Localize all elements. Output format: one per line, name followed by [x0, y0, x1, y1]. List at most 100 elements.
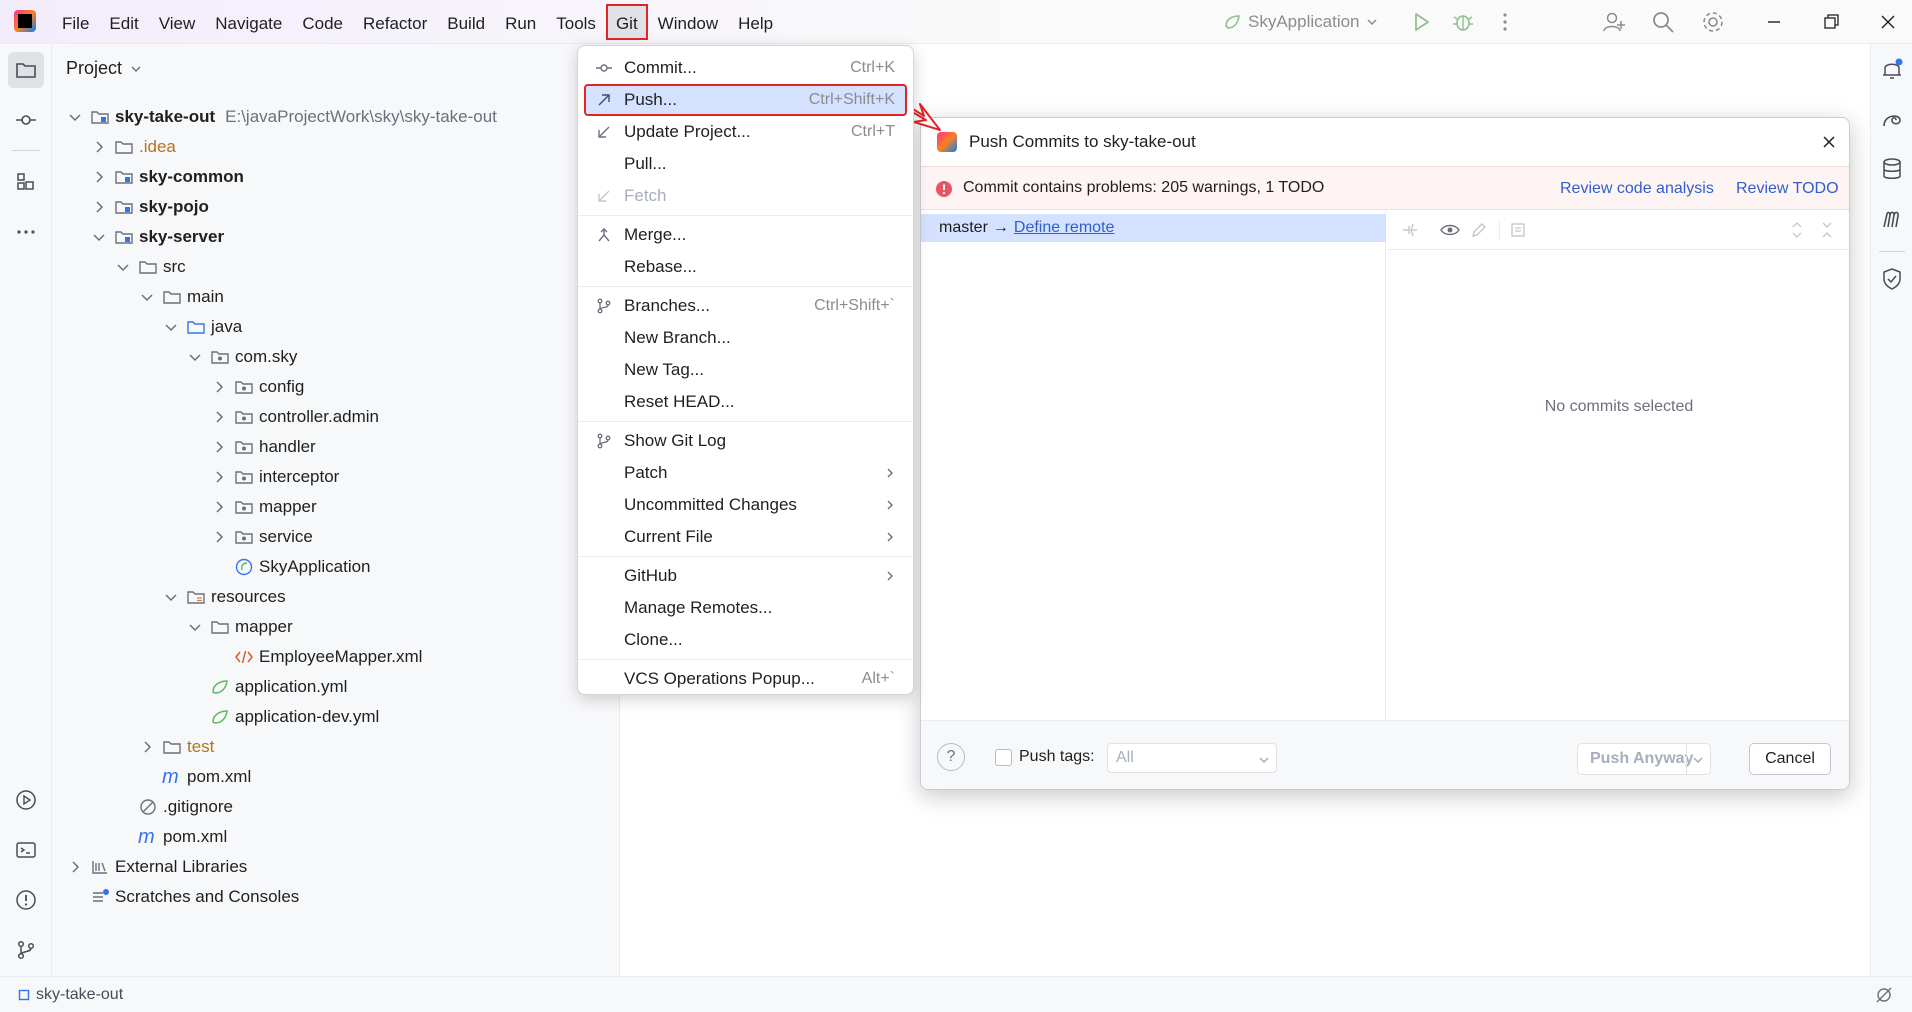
tree-node-root-module[interactable]: sky-take-out E:\javaProjectWork\sky\sky-…: [66, 102, 497, 132]
git-menu-branches[interactable]: Branches... Ctrl+Shift+`: [584, 290, 907, 322]
chevron-down-icon[interactable]: [1692, 754, 1704, 766]
project-tool-button[interactable]: [8, 52, 44, 88]
tree-node-resources[interactable]: resources: [162, 582, 286, 612]
branch-row[interactable]: master → Define remote: [921, 214, 1386, 242]
menu-code[interactable]: Code: [292, 4, 353, 40]
minimize-window-icon[interactable]: [1761, 9, 1787, 35]
run-configuration-selector[interactable]: SkyApplication: [1222, 8, 1378, 36]
collapse-all-icon[interactable]: [1819, 221, 1835, 239]
tree-node-config[interactable]: config: [210, 372, 304, 402]
menu-refactor[interactable]: Refactor: [353, 4, 437, 40]
edit-pencil-icon[interactable]: [1470, 221, 1488, 239]
git-menu-new-branch[interactable]: New Branch...: [584, 322, 907, 354]
eye-icon[interactable]: [1440, 221, 1460, 239]
tree-node-employee-mapper-xml[interactable]: EmployeeMapper.xml: [234, 642, 422, 672]
collapse-diff-icon[interactable]: [1401, 221, 1419, 239]
tree-node-com-sky[interactable]: com.sky: [186, 342, 297, 372]
review-todo-link[interactable]: Review TODO: [1736, 180, 1839, 198]
tree-node-resources-mapper[interactable]: mapper: [186, 612, 293, 642]
menu-run[interactable]: Run: [495, 4, 546, 40]
debug-icon[interactable]: [1450, 9, 1476, 35]
git-tool-button[interactable]: [8, 932, 44, 968]
tree-node-main[interactable]: main: [138, 282, 224, 312]
tree-node-application-yml[interactable]: application.yml: [210, 672, 347, 702]
git-menu-patch[interactable]: Patch: [584, 457, 907, 489]
git-menu-update-project[interactable]: Update Project... Ctrl+T: [584, 116, 907, 148]
problems-tool-button[interactable]: [8, 882, 44, 918]
git-menu-show-git-log[interactable]: Show Git Log: [584, 425, 907, 457]
tree-node-src[interactable]: src: [114, 252, 186, 282]
tree-node-test[interactable]: test: [138, 732, 214, 762]
git-menu-github[interactable]: GitHub: [584, 560, 907, 592]
structure-tool-button[interactable]: [8, 164, 44, 200]
project-view-selector[interactable]: Project: [66, 58, 142, 79]
menu-navigate[interactable]: Navigate: [205, 4, 292, 40]
define-remote-link[interactable]: Define remote: [1014, 219, 1115, 237]
show-details-icon[interactable]: [1509, 221, 1527, 239]
tree-node-root-pom[interactable]: m pom.xml: [114, 822, 227, 852]
tree-node-scratches[interactable]: Scratches and Consoles: [90, 882, 299, 912]
tree-node-idea[interactable]: .idea: [90, 132, 176, 162]
expand-all-icon[interactable]: [1789, 221, 1805, 239]
tree-node-sky-application[interactable]: SkyApplication: [234, 552, 371, 582]
add-user-icon[interactable]: [1601, 9, 1627, 35]
menu-window[interactable]: Window: [648, 4, 728, 40]
menu-git[interactable]: Git: [605, 4, 648, 40]
menu-help[interactable]: Help: [728, 4, 783, 40]
git-menu-uncommitted-changes[interactable]: Uncommitted Changes: [584, 489, 907, 521]
notifications-bell-icon[interactable]: [1879, 56, 1905, 82]
git-menu-commit[interactable]: Commit... Ctrl+K: [584, 52, 907, 84]
security-shield-icon[interactable]: [1879, 266, 1905, 292]
git-menu-reset-head[interactable]: Reset HEAD...: [584, 386, 907, 418]
ai-assistant-icon[interactable]: [1879, 106, 1905, 132]
settings-gear-icon[interactable]: [1700, 9, 1726, 35]
services-tool-button[interactable]: [8, 782, 44, 818]
git-menu-push[interactable]: Push... Ctrl+Shift+K: [584, 84, 907, 116]
tree-node-interceptor[interactable]: interceptor: [210, 462, 339, 492]
commit-tool-button[interactable]: [8, 102, 44, 138]
tree-node-service[interactable]: service: [210, 522, 313, 552]
menu-tools[interactable]: Tools: [546, 4, 606, 40]
git-menu-merge[interactable]: Merge...: [584, 219, 907, 251]
git-menu-vcs-operations-popup[interactable]: VCS Operations Popup... Alt+`: [584, 663, 907, 695]
push-anyway-button[interactable]: Push Anyway: [1577, 743, 1711, 775]
more-tools-button[interactable]: [8, 214, 44, 250]
tree-node-gitignore[interactable]: .gitignore: [114, 792, 233, 822]
menu-build[interactable]: Build: [437, 4, 495, 40]
tree-node-external-libraries[interactable]: External Libraries: [66, 852, 247, 882]
tree-node-sky-server[interactable]: sky-server: [90, 222, 224, 252]
menu-edit[interactable]: Edit: [99, 4, 148, 40]
menu-view[interactable]: View: [149, 4, 206, 40]
tree-node-mapper[interactable]: mapper: [210, 492, 317, 522]
tree-node-handler[interactable]: handler: [210, 432, 316, 462]
run-icon[interactable]: [1408, 9, 1434, 35]
tree-node-controller-admin[interactable]: controller.admin: [210, 402, 379, 432]
terminal-tool-button[interactable]: [8, 832, 44, 868]
status-project-name[interactable]: sky-take-out: [36, 986, 123, 1004]
database-icon[interactable]: [1879, 156, 1905, 182]
git-menu-clone[interactable]: Clone...: [584, 624, 907, 656]
close-window-icon[interactable]: [1875, 9, 1901, 35]
tree-node-server-pom[interactable]: m pom.xml: [138, 762, 251, 792]
maven-icon[interactable]: [1879, 206, 1905, 232]
git-menu-current-file[interactable]: Current File: [584, 521, 907, 553]
push-tags-select[interactable]: All: [1107, 743, 1277, 773]
git-menu-manage-remotes[interactable]: Manage Remotes...: [584, 592, 907, 624]
close-icon[interactable]: [1821, 134, 1837, 150]
tree-node-application-dev-yml[interactable]: application-dev.yml: [210, 702, 379, 732]
tree-node-sky-pojo[interactable]: sky-pojo: [90, 192, 209, 222]
more-actions-icon[interactable]: [1492, 9, 1518, 35]
review-code-analysis-link[interactable]: Review code analysis: [1560, 180, 1714, 198]
cancel-button[interactable]: Cancel: [1749, 743, 1831, 775]
search-icon[interactable]: [1650, 9, 1676, 35]
restore-window-icon[interactable]: [1818, 9, 1844, 35]
tree-node-sky-common[interactable]: sky-common: [90, 162, 244, 192]
menu-file[interactable]: File: [52, 4, 99, 40]
git-menu-new-tag[interactable]: New Tag...: [584, 354, 907, 386]
power-save-icon[interactable]: [1874, 985, 1894, 1005]
tree-node-java[interactable]: java: [162, 312, 242, 342]
git-menu-rebase[interactable]: Rebase...: [584, 251, 907, 283]
help-icon[interactable]: ?: [937, 743, 965, 771]
push-tags-checkbox[interactable]: [995, 749, 1012, 766]
git-menu-pull[interactable]: Pull...: [584, 148, 907, 180]
